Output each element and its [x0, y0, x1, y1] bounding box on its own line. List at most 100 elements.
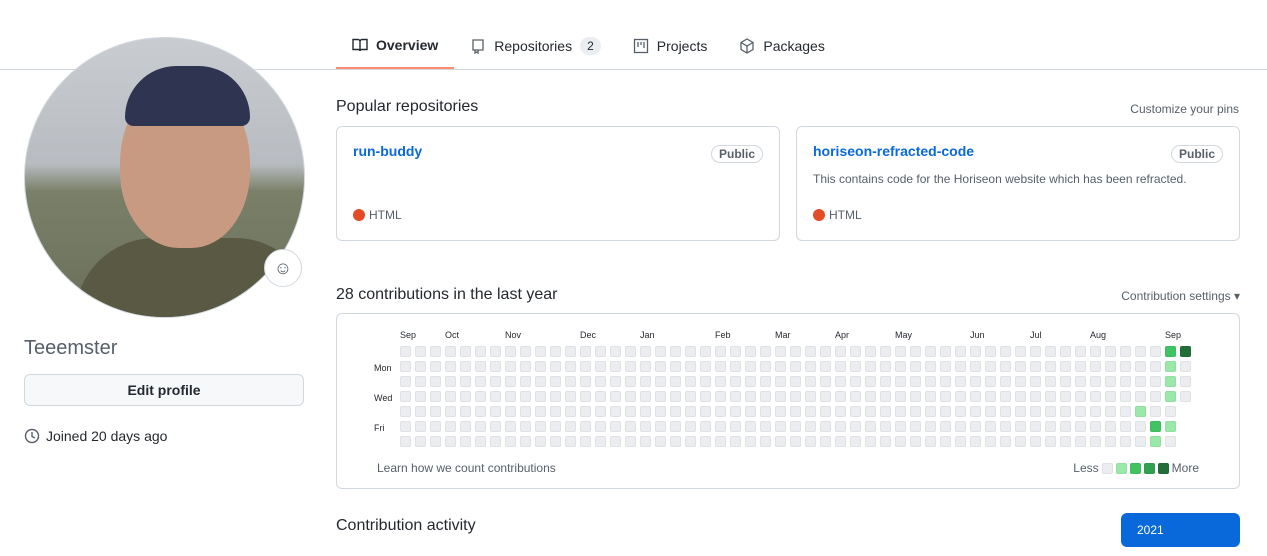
tab-overview[interactable]: Overview: [336, 22, 455, 69]
contribution-day[interactable]: [730, 436, 741, 447]
contribution-day[interactable]: [850, 361, 861, 372]
contribution-day[interactable]: [535, 436, 546, 447]
contribution-day[interactable]: [535, 391, 546, 402]
contribution-day[interactable]: [610, 421, 621, 432]
contribution-day[interactable]: [865, 421, 876, 432]
contribution-day[interactable]: [865, 391, 876, 402]
contribution-day[interactable]: [775, 346, 786, 357]
contribution-day[interactable]: [955, 421, 966, 432]
contribution-day[interactable]: [955, 436, 966, 447]
contribution-day[interactable]: [535, 421, 546, 432]
contribution-day[interactable]: [565, 376, 576, 387]
contribution-day[interactable]: [1000, 436, 1011, 447]
contribution-day[interactable]: [460, 346, 471, 357]
contribution-day[interactable]: [700, 361, 711, 372]
contribution-day[interactable]: [430, 376, 441, 387]
contribution-day[interactable]: [550, 346, 561, 357]
contribution-day[interactable]: [745, 421, 756, 432]
contribution-day[interactable]: [535, 346, 546, 357]
contribution-day[interactable]: [1105, 436, 1116, 447]
contribution-day[interactable]: [1165, 346, 1176, 357]
contribution-day[interactable]: [790, 391, 801, 402]
year-2021-button[interactable]: 2021: [1121, 513, 1240, 547]
contribution-day[interactable]: [790, 376, 801, 387]
contribution-day[interactable]: [835, 436, 846, 447]
contribution-day[interactable]: [1090, 406, 1101, 417]
contribution-day[interactable]: [400, 406, 411, 417]
contribution-day[interactable]: [475, 391, 486, 402]
contribution-day[interactable]: [430, 406, 441, 417]
contribution-day[interactable]: [715, 361, 726, 372]
contribution-day[interactable]: [820, 376, 831, 387]
contribution-day[interactable]: [1120, 391, 1131, 402]
contribution-day[interactable]: [880, 421, 891, 432]
contribution-day[interactable]: [610, 436, 621, 447]
contribution-day[interactable]: [895, 376, 906, 387]
contribution-day[interactable]: [415, 406, 426, 417]
contribution-day[interactable]: [985, 436, 996, 447]
contribution-day[interactable]: [760, 421, 771, 432]
contribution-day[interactable]: [1075, 391, 1086, 402]
contribution-day[interactable]: [580, 376, 591, 387]
contribution-day[interactable]: [1120, 421, 1131, 432]
contribution-day[interactable]: [925, 421, 936, 432]
contribution-day[interactable]: [1150, 436, 1161, 447]
contribution-day[interactable]: [985, 421, 996, 432]
customize-pins-link[interactable]: Customize your pins: [1130, 102, 1239, 116]
contribution-day[interactable]: [610, 376, 621, 387]
contribution-day[interactable]: [400, 436, 411, 447]
contribution-day[interactable]: [430, 361, 441, 372]
contribution-day[interactable]: [850, 376, 861, 387]
contribution-day[interactable]: [1165, 406, 1176, 417]
contribution-day[interactable]: [670, 406, 681, 417]
contribution-day[interactable]: [700, 391, 711, 402]
contribution-day[interactable]: [1135, 361, 1146, 372]
contribution-day[interactable]: [1120, 346, 1131, 357]
contribution-day[interactable]: [790, 361, 801, 372]
contribution-day[interactable]: [925, 406, 936, 417]
contribution-day[interactable]: [730, 346, 741, 357]
contribution-day[interactable]: [430, 421, 441, 432]
tab-packages[interactable]: Packages: [723, 22, 840, 69]
contribution-day[interactable]: [550, 391, 561, 402]
contribution-day[interactable]: [595, 436, 606, 447]
contribution-day[interactable]: [415, 346, 426, 357]
contribution-day[interactable]: [460, 421, 471, 432]
contribution-day[interactable]: [610, 361, 621, 372]
contribution-day[interactable]: [1135, 406, 1146, 417]
contribution-day[interactable]: [955, 376, 966, 387]
contribution-day[interactable]: [1030, 376, 1041, 387]
contribution-day[interactable]: [985, 346, 996, 357]
contribution-day[interactable]: [625, 361, 636, 372]
contribution-day[interactable]: [1135, 391, 1146, 402]
contribution-day[interactable]: [445, 436, 456, 447]
contribution-day[interactable]: [895, 361, 906, 372]
contribution-day[interactable]: [565, 391, 576, 402]
contribution-day[interactable]: [1090, 391, 1101, 402]
contribution-day[interactable]: [790, 421, 801, 432]
contribution-day[interactable]: [1180, 361, 1191, 372]
contribution-day[interactable]: [715, 376, 726, 387]
contribution-day[interactable]: [565, 361, 576, 372]
contribution-day[interactable]: [850, 346, 861, 357]
contribution-day[interactable]: [640, 376, 651, 387]
contribution-day[interactable]: [490, 391, 501, 402]
contribution-day[interactable]: [430, 436, 441, 447]
contribution-day[interactable]: [1180, 346, 1191, 357]
contribution-day[interactable]: [730, 421, 741, 432]
contribution-day[interactable]: [550, 376, 561, 387]
contribution-day[interactable]: [985, 361, 996, 372]
contribution-day[interactable]: [475, 406, 486, 417]
contribution-day[interactable]: [1060, 361, 1071, 372]
contribution-day[interactable]: [1060, 391, 1071, 402]
contribution-day[interactable]: [625, 421, 636, 432]
contribution-day[interactable]: [520, 376, 531, 387]
contribution-day[interactable]: [775, 406, 786, 417]
contribution-day[interactable]: [760, 376, 771, 387]
contribution-day[interactable]: [805, 376, 816, 387]
contribution-day[interactable]: [745, 436, 756, 447]
tab-projects[interactable]: Projects: [617, 22, 724, 69]
contribution-day[interactable]: [505, 346, 516, 357]
contribution-day[interactable]: [490, 436, 501, 447]
contribution-day[interactable]: [1045, 406, 1056, 417]
